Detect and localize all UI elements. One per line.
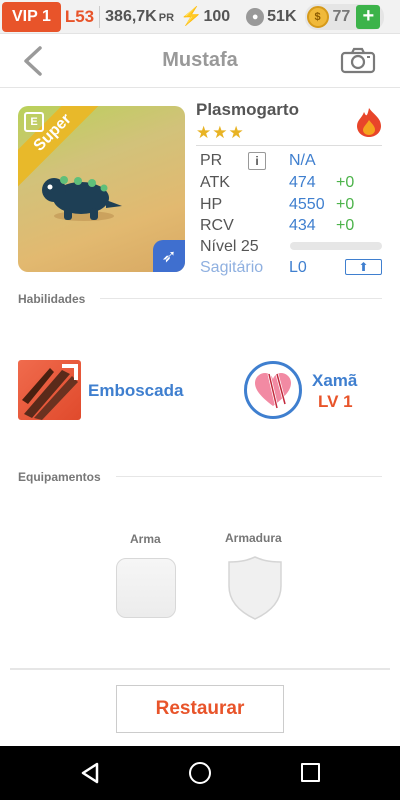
upgrade-arrow-button[interactable]: ⬆ [345, 259, 382, 275]
stat-label-hp: HP [200, 196, 223, 213]
divider [100, 298, 382, 299]
stat-bonus-atk: +0 [336, 174, 355, 191]
armor-slot-shield-icon[interactable] [226, 556, 284, 620]
vip-badge[interactable]: VIP 1 [2, 1, 61, 32]
ambush-skill-icon[interactable] [18, 360, 81, 420]
weapon-label: Arma [130, 532, 161, 546]
zodiac-level: L0 [289, 259, 307, 276]
energy-counter[interactable]: ⚡ 100 [180, 6, 230, 27]
stat-value-atk: 474 [289, 174, 316, 191]
claw-slash-icon [22, 364, 78, 420]
camera-icon[interactable] [340, 46, 376, 74]
heart-claw-icon [255, 373, 291, 409]
shaman-class-icon[interactable] [244, 361, 302, 419]
energy-value: 100 [203, 7, 231, 25]
back-arrow-icon[interactable] [18, 44, 50, 78]
page-title: Mustafa [162, 49, 238, 71]
sagittarius-bow-icon: ➶ [153, 240, 185, 272]
lightning-icon: ⚡ [180, 6, 203, 26]
monster-portrait[interactable]: Super E ➶ [18, 106, 185, 272]
coin-value: 77 [332, 7, 351, 25]
divider [99, 5, 101, 28]
divider [116, 476, 382, 477]
stat-label-pr: PR [200, 152, 223, 169]
skills-section-title: Habilidades [18, 292, 86, 306]
dinosaur-creature-icon [42, 176, 122, 221]
weapon-slot[interactable] [116, 558, 176, 618]
food-value: 51K [267, 7, 297, 25]
power-rating: 386,7K PR [105, 8, 174, 26]
stat-label-atk: ATK [200, 174, 230, 191]
level-label: Nível 25 [200, 238, 259, 255]
equipment-section-title: Equipamentos [18, 470, 101, 484]
stat-bonus-hp: +0 [336, 196, 355, 213]
player-level: L53 [64, 6, 95, 26]
android-nav-bar [0, 746, 400, 800]
class-name: Xamã [312, 371, 358, 390]
stat-value-rcv: 434 [289, 217, 316, 234]
monster-info-panel: Plasmogarto ★★★ PR i N/A ATK 474 +0 HP 4… [196, 100, 384, 280]
power-rating-value: 386,7K [105, 7, 157, 25]
element-badge-icon: E [24, 112, 44, 132]
food-counter[interactable]: ● 51K [236, 7, 297, 26]
page-header: Mustafa [0, 34, 400, 88]
nav-back-icon[interactable] [80, 762, 100, 784]
stat-value-pr: N/A [289, 152, 316, 169]
stat-value-hp: 4550 [289, 196, 325, 213]
power-rating-unit: PR [158, 11, 175, 24]
divider [196, 145, 382, 146]
nav-recents-icon[interactable] [301, 763, 320, 782]
add-coins-button[interactable]: + [356, 4, 381, 29]
level-progress-bar [290, 242, 382, 250]
restore-button[interactable]: Restaurar [116, 685, 284, 733]
coin-counter[interactable]: $ 77 + [304, 3, 385, 30]
armor-label: Armadura [225, 531, 282, 545]
skill-name[interactable]: Emboscada [88, 381, 183, 401]
paw-icon: ● [246, 7, 265, 26]
coin-icon: $ [306, 5, 329, 28]
nav-home-icon[interactable] [189, 762, 211, 784]
info-icon[interactable]: i [248, 152, 266, 170]
zodiac-sign[interactable]: Sagitário [200, 259, 263, 277]
stat-label-rcv: RCV [200, 217, 234, 234]
stat-bonus-rcv: +0 [336, 217, 355, 234]
status-bar: VIP 1 L53 386,7K PR ⚡ 100 ● 51K $ 77 + [0, 0, 400, 34]
divider [10, 668, 390, 670]
fire-element-icon [357, 108, 381, 137]
class-level: LV 1 [318, 392, 353, 411]
